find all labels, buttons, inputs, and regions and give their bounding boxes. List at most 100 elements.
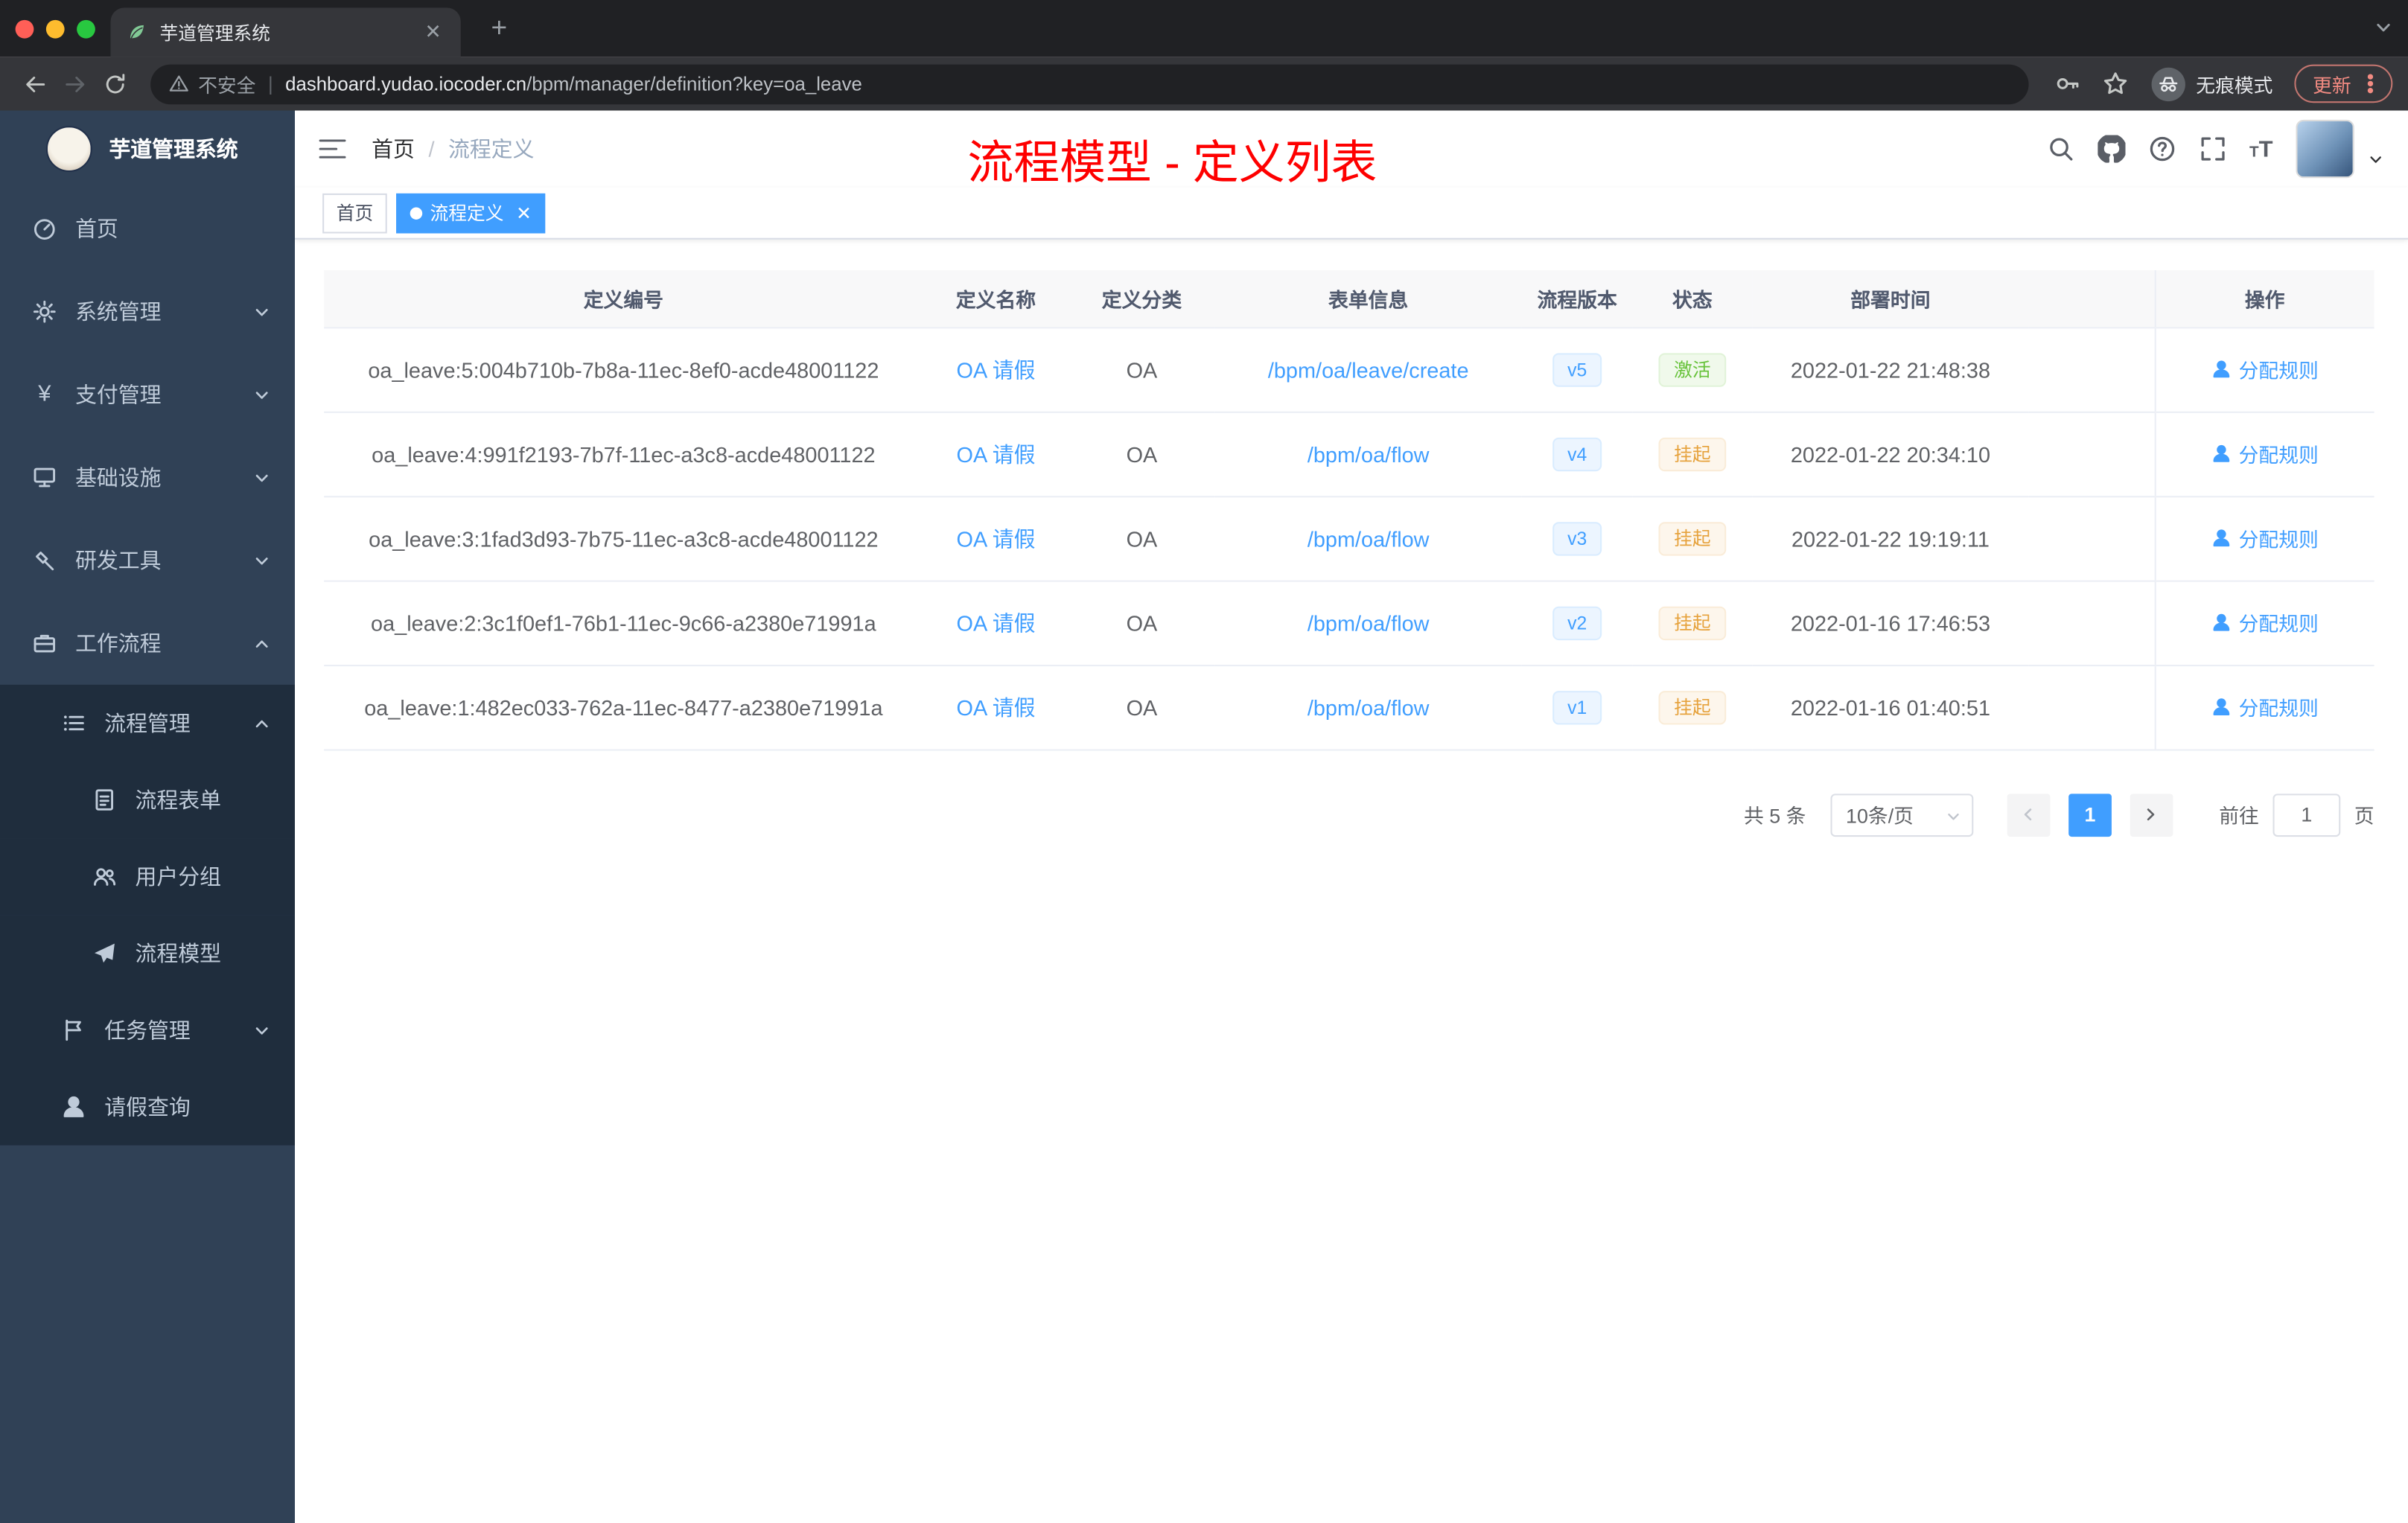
definition-name-link[interactable]: OA 请假 bbox=[957, 695, 1036, 719]
definition-name-link[interactable]: OA 请假 bbox=[957, 610, 1036, 635]
form-info-link[interactable]: /bpm/oa/flow bbox=[1307, 526, 1430, 550]
cell-version: v1 bbox=[1522, 665, 1633, 749]
reload-button[interactable] bbox=[95, 64, 136, 104]
help-icon[interactable] bbox=[2148, 135, 2176, 163]
definition-table-body: oa_leave:5:004b710b-7b8a-11ec-8ef0-acde4… bbox=[324, 327, 2374, 749]
version-tag: v2 bbox=[1552, 606, 1602, 639]
sidebar-item-task-manage[interactable]: 任务管理 bbox=[0, 992, 295, 1068]
cell-category: OA bbox=[1069, 581, 1215, 665]
github-icon[interactable] bbox=[2098, 135, 2125, 163]
assign-rule-link[interactable]: 分配规则 bbox=[2211, 608, 2318, 637]
new-tab-button[interactable]: + bbox=[482, 10, 516, 44]
sidebar-item-label: 任务管理 bbox=[104, 1015, 191, 1045]
cell-deploy-time: 2022-01-16 17:46:53 bbox=[1752, 581, 2028, 665]
sidebar-item-process-manage[interactable]: 流程管理 bbox=[0, 685, 295, 762]
sidebar-item-label: 研发工具 bbox=[75, 545, 162, 575]
password-key-icon[interactable] bbox=[2055, 71, 2081, 97]
sidebar-item-process-model[interactable]: 流程模型 bbox=[0, 915, 295, 992]
logo-avatar bbox=[46, 126, 92, 172]
tag-home[interactable]: 首页 bbox=[322, 193, 387, 233]
tab-search-chevron-icon[interactable] bbox=[2374, 19, 2393, 37]
url-domain: dashboard.yudao.iocoder.cn bbox=[285, 73, 526, 95]
cell-version: v4 bbox=[1522, 412, 1633, 496]
sidebar-item-infrastructure[interactable]: 基础设施 bbox=[0, 436, 295, 519]
browser-tab[interactable]: 芋道管理系统 ✕ bbox=[111, 7, 461, 57]
user-icon bbox=[2211, 697, 2231, 717]
cell-action: 分配规则 bbox=[2155, 412, 2374, 496]
maximize-window-button[interactable] bbox=[77, 20, 95, 39]
status-tag: 挂起 bbox=[1658, 437, 1726, 470]
form-info-link[interactable]: /bpm/oa/flow bbox=[1307, 695, 1430, 719]
assign-rule-link[interactable]: 分配规则 bbox=[2211, 523, 2318, 552]
sidebar-item-dev-tools[interactable]: 研发工具 bbox=[0, 519, 295, 601]
forward-button[interactable] bbox=[55, 64, 95, 104]
sidebar-item-home[interactable]: 首页 bbox=[0, 188, 295, 270]
sidebar-item-leave-query[interactable]: 请假查询 bbox=[0, 1069, 295, 1146]
send-icon bbox=[92, 941, 117, 965]
address-bar[interactable]: 不安全 | dashboard.yudao.iocoder.cn/bpm/man… bbox=[150, 64, 2028, 104]
definition-name-link[interactable]: OA 请假 bbox=[957, 526, 1036, 550]
sidebar-item-system[interactable]: 系统管理 bbox=[0, 270, 295, 353]
avatar-caret-icon[interactable] bbox=[2368, 152, 2383, 167]
cell-definition-id: oa_leave:2:3c1f0ef1-76b1-11ec-9c66-a2380… bbox=[324, 581, 923, 665]
close-window-button[interactable] bbox=[16, 20, 34, 39]
chevron-down-icon bbox=[253, 386, 270, 403]
chevron-up-icon bbox=[253, 715, 270, 732]
bookmark-star-icon[interactable] bbox=[2102, 71, 2128, 97]
current-page-button[interactable]: 1 bbox=[2068, 793, 2112, 836]
form-info-link[interactable]: /bpm/oa/leave/create bbox=[1268, 357, 1469, 382]
sidebar-item-user-group[interactable]: 用户分组 bbox=[0, 838, 295, 915]
user-avatar[interactable] bbox=[2296, 120, 2354, 178]
tag-process-definition[interactable]: 流程定义 ✕ bbox=[396, 193, 545, 233]
cell-action: 分配规则 bbox=[2155, 581, 2374, 665]
cell-form-info: /bpm/oa/flow bbox=[1214, 412, 1522, 496]
cell-definition-id: oa_leave:4:991f2193-7b7f-11ec-a3c8-acde4… bbox=[324, 412, 923, 496]
back-button[interactable] bbox=[16, 64, 56, 104]
sidebar-logo[interactable]: 芋道管理系统 bbox=[0, 111, 295, 188]
warning-icon bbox=[169, 74, 189, 94]
update-chip[interactable]: 更新 bbox=[2294, 65, 2392, 103]
next-page-button[interactable] bbox=[2130, 793, 2173, 836]
security-label[interactable]: 不安全 bbox=[198, 69, 255, 98]
col-deploy-time: 部署时间 bbox=[1752, 270, 2028, 327]
breadcrumb-current: 流程定义 bbox=[448, 133, 535, 164]
chevron-down-icon bbox=[253, 552, 270, 569]
flag-icon bbox=[62, 1018, 86, 1042]
page-size-select[interactable]: 10条/页 bbox=[1830, 793, 1973, 836]
tag-close-icon[interactable]: ✕ bbox=[516, 202, 532, 223]
form-info-link[interactable]: /bpm/oa/flow bbox=[1307, 610, 1430, 635]
assign-rule-link[interactable]: 分配规则 bbox=[2211, 439, 2318, 468]
cell-action: 分配规则 bbox=[2155, 496, 2374, 580]
definition-name-link[interactable]: OA 请假 bbox=[957, 441, 1036, 466]
prev-page-button[interactable] bbox=[2007, 793, 2051, 836]
assign-rule-link[interactable]: 分配规则 bbox=[2211, 692, 2318, 721]
definition-name-link[interactable]: OA 请假 bbox=[957, 357, 1036, 382]
sidebar-item-payment[interactable]: ¥支付管理 bbox=[0, 353, 295, 435]
form-info-link[interactable]: /bpm/oa/flow bbox=[1307, 441, 1430, 466]
pagination-bar: 共 5 条 10条/页 1 前往 页 bbox=[324, 793, 2374, 836]
minimize-window-button[interactable] bbox=[46, 20, 65, 39]
sidebar-item-workflow[interactable]: 工作流程 bbox=[0, 602, 295, 685]
goto-page-input[interactable] bbox=[2272, 793, 2340, 836]
status-tag: 挂起 bbox=[1658, 606, 1726, 639]
assign-rule-link[interactable]: 分配规则 bbox=[2211, 354, 2318, 383]
cell-version: v2 bbox=[1522, 581, 1633, 665]
font-size-icon[interactable]: TT bbox=[2249, 136, 2273, 162]
definition-table: 定义编号 定义名称 定义分类 表单信息 流程版本 状态 部署时间 操作 oa_l… bbox=[324, 270, 2374, 750]
url-path: /bpm/manager/definition?key=oa_leave bbox=[526, 73, 862, 95]
tab-close-icon[interactable]: ✕ bbox=[421, 20, 445, 45]
navbar-actions: TT bbox=[2047, 120, 2408, 178]
fullscreen-icon[interactable] bbox=[2199, 135, 2226, 163]
favicon-icon bbox=[126, 22, 147, 43]
user-icon bbox=[62, 1095, 86, 1120]
hamburger-icon[interactable] bbox=[318, 137, 347, 162]
sidebar-item-process-form[interactable]: 流程表单 bbox=[0, 762, 295, 838]
monitor-icon bbox=[32, 465, 57, 490]
kebab-menu-icon[interactable] bbox=[2359, 72, 2382, 95]
search-icon[interactable] bbox=[2047, 135, 2074, 163]
incognito-icon bbox=[2158, 73, 2179, 95]
chevron-down-icon bbox=[253, 1022, 270, 1039]
chevron-up-icon bbox=[253, 635, 270, 652]
breadcrumb-home[interactable]: 首页 bbox=[372, 133, 415, 164]
cell-status: 挂起 bbox=[1632, 496, 1752, 580]
